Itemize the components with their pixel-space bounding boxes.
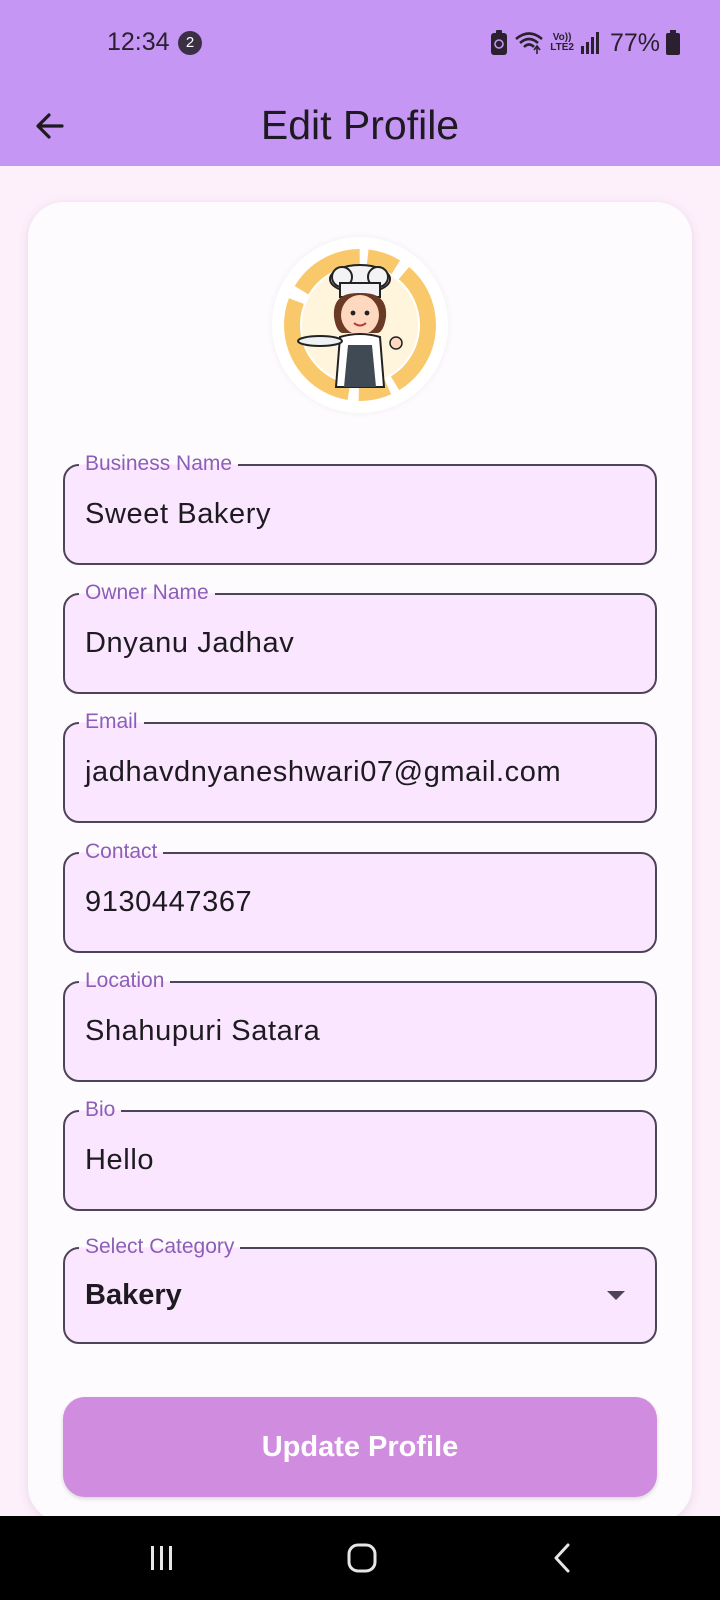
email-field[interactable]: Email jadhavdnyaneshwari07@gmail.com xyxy=(63,708,657,823)
status-icons: Vo)) LTE2 77% xyxy=(490,26,680,60)
app-bar: Edit Profile xyxy=(0,88,720,166)
location-value: Shahupuri Satara xyxy=(85,1015,321,1047)
business-name-field[interactable]: Business Name Sweet Bakery xyxy=(63,450,657,565)
chef-avatar-icon xyxy=(284,249,436,401)
signal-icon xyxy=(580,32,599,54)
home-icon xyxy=(347,1543,377,1573)
notification-count-badge: 2 xyxy=(178,31,202,55)
category-value: Bakery xyxy=(85,1279,182,1311)
battery-percent: 77% xyxy=(609,28,660,57)
lte-label-bottom: LTE2 xyxy=(550,42,574,53)
recent-apps-icon xyxy=(151,1546,172,1570)
lte-indicator: Vo)) LTE2 xyxy=(550,33,574,53)
chevron-left-icon xyxy=(554,1543,570,1573)
battery-icon xyxy=(666,30,680,55)
dropdown-arrow-icon xyxy=(607,1291,625,1300)
battery-saver-icon xyxy=(491,30,508,55)
category-select[interactable]: Select Category Bakery xyxy=(63,1233,657,1344)
owner-name-value: Dnyanu Jadhav xyxy=(85,627,295,659)
business-name-value: Sweet Bakery xyxy=(85,498,272,530)
contact-value: 9130447367 xyxy=(85,886,253,918)
location-field[interactable]: Location Shahupuri Satara xyxy=(63,967,657,1082)
wifi-icon xyxy=(515,32,544,54)
email-value: jadhavdnyaneshwari07@gmail.com xyxy=(85,756,562,788)
recent-apps-button[interactable] xyxy=(112,1516,212,1600)
status-bar: 12:34 2 Vo)) LTE2 77% xyxy=(0,0,720,88)
update-profile-button[interactable]: Update Profile xyxy=(63,1397,657,1497)
avatar[interactable] xyxy=(272,237,448,413)
status-time: 12:34 xyxy=(107,28,170,56)
bio-value: Hello xyxy=(85,1144,155,1176)
system-nav-bar xyxy=(0,1516,720,1600)
bio-field[interactable]: Bio Hello xyxy=(63,1096,657,1211)
contact-field[interactable]: Contact 9130447367 xyxy=(63,838,657,953)
system-back-button[interactable] xyxy=(512,1516,612,1600)
home-button[interactable] xyxy=(312,1516,412,1600)
page-title: Edit Profile xyxy=(260,102,460,148)
owner-name-field[interactable]: Owner Name Dnyanu Jadhav xyxy=(63,579,657,694)
